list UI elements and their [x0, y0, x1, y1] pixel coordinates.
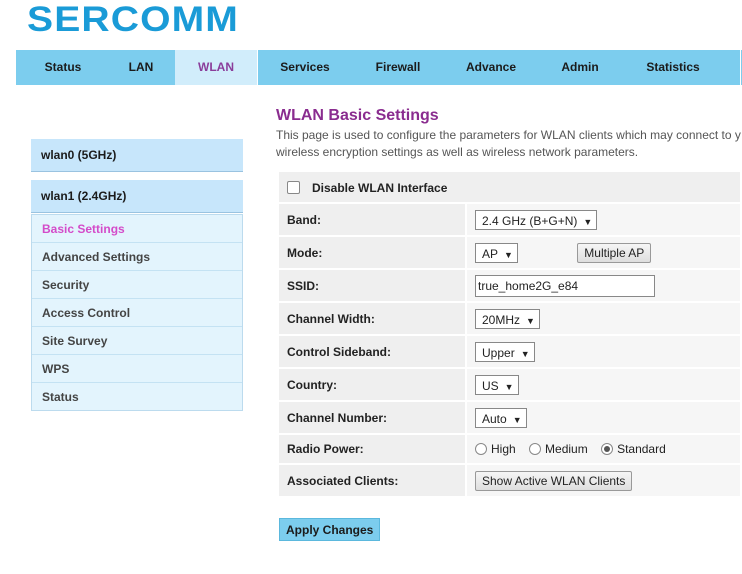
sidebar-item-wps[interactable]: WPS — [32, 355, 242, 383]
sidebar-group-wlan0[interactable]: wlan0 (5GHz) — [31, 139, 243, 172]
tab-statistics[interactable]: Statistics — [622, 50, 724, 85]
form-row-associated-clients: Associated Clients: Show Active WLAN Cli… — [279, 465, 740, 496]
band-value: 2.4 GHz (B+G+N) — [482, 213, 578, 228]
multiple-ap-button[interactable]: Multiple AP — [577, 242, 652, 263]
associated-clients-cell: Show Active WLAN Clients — [467, 465, 740, 496]
mode-value: AP — [482, 246, 499, 261]
band-label: Band: — [279, 204, 465, 235]
top-nav-bar: Status LAN WLAN Services Firewall Advanc… — [16, 50, 742, 85]
country-select[interactable]: US ▼ — [475, 374, 519, 395]
form-row-country: Country: US ▼ — [279, 369, 740, 400]
channel-width-label: Channel Width: — [279, 303, 465, 334]
associated-clients-label: Associated Clients: — [279, 465, 465, 496]
tab-divider — [740, 50, 741, 85]
control-sideband-label: Control Sideband: — [279, 336, 465, 367]
sidebar-item-site-survey[interactable]: Site Survey — [32, 327, 242, 355]
radio-power-high-radio[interactable] — [475, 443, 487, 456]
tab-firewall[interactable]: Firewall — [352, 50, 444, 85]
ssid-input[interactable]: true_home2G_e84 — [475, 274, 655, 297]
disable-wlan-cell: Disable WLAN Interface — [279, 172, 740, 202]
chevron-down-icon: ▼ — [526, 315, 535, 326]
radio-power-high-label: High — [491, 442, 516, 457]
apply-changes-button[interactable]: Apply Changes — [279, 518, 381, 541]
country-label: Country: — [279, 369, 465, 400]
mode-select[interactable]: AP ▼ — [475, 242, 518, 263]
chevron-down-icon: ▼ — [504, 249, 513, 260]
chevron-down-icon: ▼ — [504, 381, 514, 392]
channel-number-select[interactable]: Auto ▼ — [475, 407, 527, 428]
channel-width-value: 20MHz — [482, 312, 521, 327]
radio-power-cell: High Medium Standard — [467, 435, 740, 463]
form-row-radio-power: Radio Power: High Medium Standard — [279, 435, 740, 463]
disable-wlan-checkbox[interactable] — [287, 180, 300, 194]
band-select[interactable]: 2.4 GHz (B+G+N) ▼ — [475, 209, 598, 230]
form-row-channel-width: Channel Width: 20MHz ▼ — [279, 303, 740, 334]
radio-power-medium-radio[interactable] — [529, 443, 542, 456]
tab-admin[interactable]: Admin — [538, 50, 622, 85]
form-row-channel-number: Channel Number: Auto ▼ — [279, 402, 740, 433]
form-row-mode: Mode: AP ▼ Multiple AP — [279, 237, 740, 268]
mode-label: Mode: — [279, 237, 465, 268]
tab-status[interactable]: Status — [16, 50, 110, 85]
ssid-label: SSID: — [279, 270, 465, 301]
svg-text:SERCOMM: SERCOMM — [27, 3, 239, 35]
band-cell: 2.4 GHz (B+G+N) ▼ — [467, 204, 740, 235]
page-description: This page is used to configure the param… — [276, 127, 742, 160]
sercomm-logo: SERCOMM — [27, 3, 239, 35]
sidebar-group-wlan1[interactable]: wlan1 (2.4GHz) — [31, 180, 243, 213]
form-row-disable-wlan: Disable WLAN Interface — [279, 172, 740, 202]
radio-power-label: Radio Power: — [279, 435, 465, 463]
disable-wlan-label: Disable WLAN Interface — [312, 180, 448, 195]
sidebar-item-basic-settings[interactable]: Basic Settings — [32, 215, 242, 243]
control-sideband-cell: Upper ▼ — [467, 336, 740, 367]
sidebar-item-security[interactable]: Security — [32, 271, 242, 299]
country-value: US — [482, 378, 499, 393]
ssid-cell: true_home2G_e84 — [467, 270, 740, 301]
show-active-clients-button[interactable]: Show Active WLAN Clients — [475, 470, 633, 491]
form-row-control-sideband: Control Sideband: Upper ▼ — [279, 336, 740, 367]
country-cell: US ▼ — [467, 369, 740, 400]
tab-lan[interactable]: LAN — [110, 50, 172, 85]
channel-width-cell: 20MHz ▼ — [467, 303, 740, 334]
sidebar-item-access-control[interactable]: Access Control — [32, 299, 242, 327]
form-row-ssid: SSID: true_home2G_e84 — [279, 270, 740, 301]
logo-graphic: SERCOMM — [27, 3, 239, 35]
description-line: This page is used to configure the param… — [276, 128, 741, 142]
channel-number-value: Auto — [482, 411, 507, 426]
wlan-settings-form: Disable WLAN Interface Band: 2.4 GHz (B+… — [277, 170, 742, 498]
sidebar-item-status[interactable]: Status — [32, 383, 242, 411]
tab-services[interactable]: Services — [258, 50, 352, 85]
control-sideband-value: Upper — [482, 345, 515, 360]
radio-power-standard-radio[interactable] — [601, 443, 614, 456]
control-sideband-select[interactable]: Upper ▼ — [475, 341, 535, 362]
radio-power-standard-label: Standard — [617, 442, 666, 457]
radio-power-medium-label: Medium — [545, 442, 588, 457]
chevron-down-icon: ▼ — [583, 216, 593, 227]
chevron-down-icon: ▼ — [520, 348, 530, 359]
page-title: WLAN Basic Settings — [276, 107, 439, 124]
mode-cell: AP ▼ Multiple AP — [467, 237, 740, 268]
channel-number-cell: Auto ▼ — [467, 402, 740, 433]
tab-wlan[interactable]: WLAN — [175, 50, 257, 85]
form-row-band: Band: 2.4 GHz (B+G+N) ▼ — [279, 204, 740, 235]
tab-advance[interactable]: Advance — [444, 50, 538, 85]
sidebar-submenu: Basic Settings Advanced Settings Securit… — [31, 214, 243, 411]
channel-number-label: Channel Number: — [279, 402, 465, 433]
channel-width-select[interactable]: 20MHz ▼ — [475, 308, 540, 329]
description-line: wireless encryption settings as well as … — [276, 144, 639, 159]
sidebar-item-advanced-settings[interactable]: Advanced Settings — [32, 243, 242, 271]
chevron-down-icon: ▼ — [512, 414, 522, 425]
